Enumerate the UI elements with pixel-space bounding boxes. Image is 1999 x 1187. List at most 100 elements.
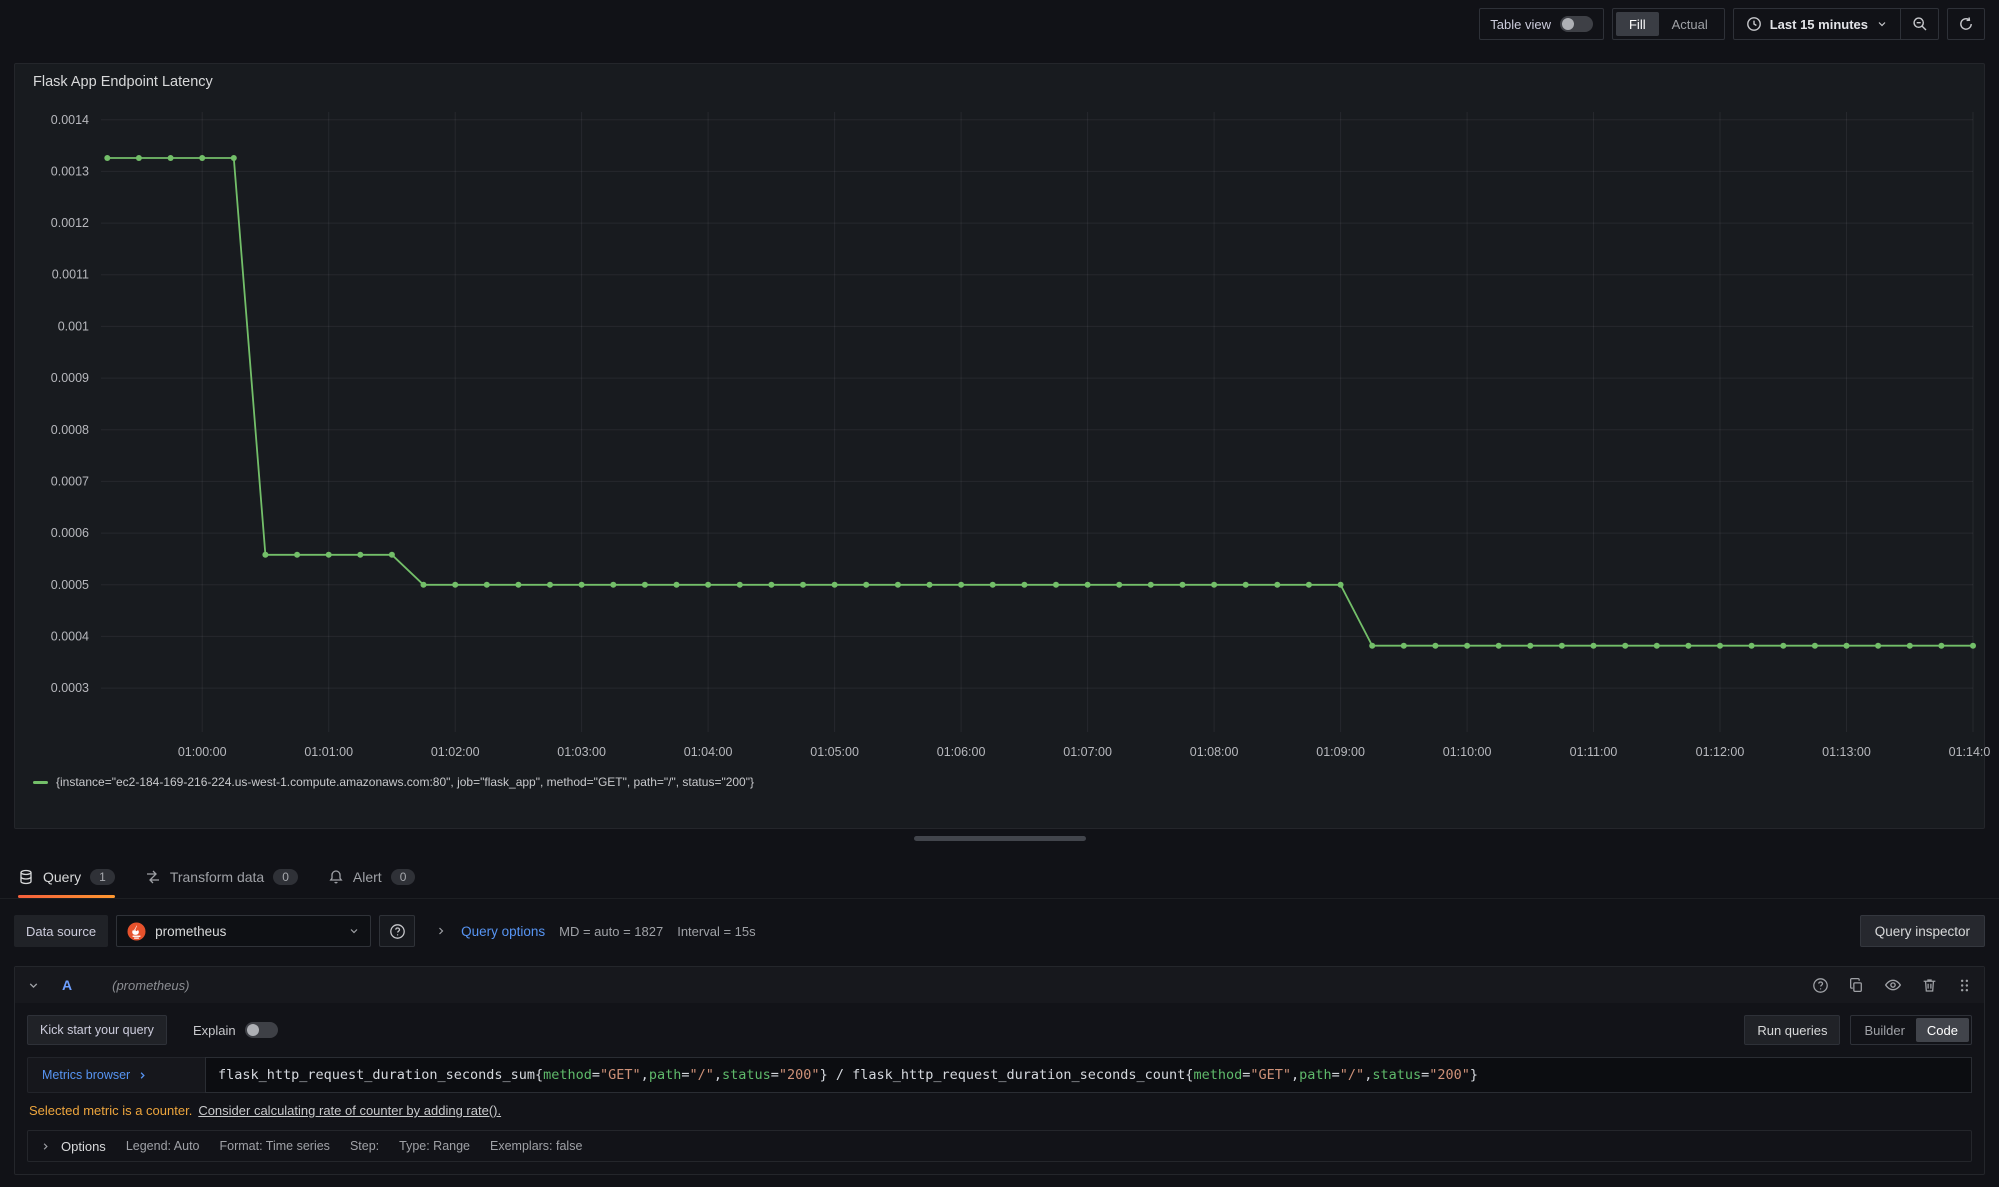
explain-toggle[interactable] xyxy=(245,1022,278,1038)
promql-token: = xyxy=(592,1067,600,1083)
transform-icon xyxy=(145,869,161,885)
promql-token: } / flask_http_request_duration_seconds_… xyxy=(820,1067,1194,1083)
chevron-right-icon[interactable] xyxy=(435,925,447,937)
svg-text:0.0005: 0.0005 xyxy=(51,578,89,592)
query-row-header[interactable]: A (prometheus) xyxy=(15,967,1984,1003)
query-inspector-button[interactable]: Query inspector xyxy=(1860,915,1985,947)
promql-token: "200" xyxy=(1429,1067,1470,1083)
explain-label: Explain xyxy=(193,1023,236,1038)
bell-icon xyxy=(328,869,344,885)
chevron-right-icon xyxy=(137,1070,148,1081)
refresh-button[interactable] xyxy=(1947,8,1985,40)
duplicate-query-icon[interactable] xyxy=(1848,977,1865,994)
svg-text:01:12:00: 01:12:00 xyxy=(1696,745,1745,759)
svg-text:01:01:00: 01:01:00 xyxy=(304,745,353,759)
options-toggle[interactable]: Options xyxy=(40,1139,106,1154)
collapse-chevron-icon[interactable] xyxy=(27,979,40,992)
promql-token: method xyxy=(543,1067,592,1083)
table-view-label: Table view xyxy=(1490,17,1551,32)
promql-query-input[interactable]: flask_http_request_duration_seconds_sum{… xyxy=(205,1057,1972,1093)
explain-group: Explain xyxy=(193,1022,278,1038)
query-help-icon[interactable] xyxy=(1812,977,1829,994)
promql-token: } xyxy=(1470,1067,1478,1083)
svg-text:01:08:00: 01:08:00 xyxy=(1190,745,1239,759)
legend-swatch xyxy=(33,781,48,784)
add-rate-link[interactable]: Consider calculating rate of counter by … xyxy=(198,1103,501,1118)
tab-query-label: Query xyxy=(43,869,81,885)
legend-series-label[interactable]: {instance="ec2-184-169-216-224.us-west-1… xyxy=(56,775,754,789)
query-options-bar: Options Legend: Auto Format: Time series… xyxy=(27,1130,1972,1162)
delete-query-trash-icon[interactable] xyxy=(1921,977,1938,994)
time-range-label: Last 15 minutes xyxy=(1770,17,1868,32)
panel-editor-toolbar: Table view Fill Actual Last 15 minutes xyxy=(0,0,1999,48)
svg-text:01:03:00: 01:03:00 xyxy=(557,745,606,759)
x-axis: 01:00:0001:01:0001:02:0001:03:0001:04:00… xyxy=(178,112,1990,759)
drag-handle-icon[interactable] xyxy=(1957,978,1972,993)
run-queries-button[interactable]: Run queries xyxy=(1744,1015,1840,1045)
svg-text:01:10:00: 01:10:00 xyxy=(1443,745,1492,759)
datasource-label: Data source xyxy=(14,915,108,947)
zoom-out-time-button[interactable] xyxy=(1900,9,1938,39)
clock-icon xyxy=(1746,16,1762,32)
table-view-toggle[interactable] xyxy=(1560,16,1593,32)
fill-button[interactable]: Fill xyxy=(1616,12,1659,36)
option-legend: Legend: Auto xyxy=(126,1139,200,1153)
promql-token: flask_http_request_duration_seconds_sum{ xyxy=(218,1067,543,1083)
promql-token: , xyxy=(1364,1067,1372,1083)
svg-text:0.0012: 0.0012 xyxy=(51,216,89,230)
svg-text:0.0014: 0.0014 xyxy=(51,113,89,127)
y-axis: 0.00140.00130.00120.00110.0010.00090.000… xyxy=(51,113,1973,695)
svg-text:0.0011: 0.0011 xyxy=(52,268,89,282)
panel-title: Flask App Endpoint Latency xyxy=(15,64,1984,92)
option-type: Type: Range xyxy=(399,1139,470,1153)
option-exemplars: Exemplars: false xyxy=(490,1139,582,1153)
promql-editor-row: Metrics browser flask_http_request_durat… xyxy=(27,1057,1972,1093)
promql-token: , xyxy=(1291,1067,1299,1083)
svg-text:0.0003: 0.0003 xyxy=(51,681,89,695)
kick-start-query-button[interactable]: Kick start your query xyxy=(27,1015,167,1045)
tab-query[interactable]: Query 1 xyxy=(18,855,115,898)
latency-chart-svg[interactable]: 0.00140.00130.00120.00110.0010.00090.000… xyxy=(23,92,1990,772)
svg-text:0.0013: 0.0013 xyxy=(51,164,89,178)
svg-text:01:13:00: 01:13:00 xyxy=(1822,745,1871,759)
promql-token: "200" xyxy=(779,1067,820,1083)
tab-alert[interactable]: Alert 0 xyxy=(328,855,415,898)
promql-token: method xyxy=(1193,1067,1242,1083)
datasource-picker[interactable]: prometheus xyxy=(116,915,371,947)
promql-token: = xyxy=(771,1067,779,1083)
query-options-toggle[interactable]: Query options xyxy=(461,924,545,939)
tab-alert-label: Alert xyxy=(353,869,382,885)
time-range-picker[interactable]: Last 15 minutes xyxy=(1734,9,1900,39)
svg-text:01:11:00: 01:11:00 xyxy=(1570,745,1618,759)
query-ref-id[interactable]: A xyxy=(62,977,72,993)
builder-mode-button[interactable]: Builder xyxy=(1853,1018,1915,1042)
promql-token: "/" xyxy=(689,1067,713,1083)
tab-transform-data[interactable]: Transform data 0 xyxy=(145,855,298,898)
promql-token: status xyxy=(722,1067,771,1083)
tab-transform-count: 0 xyxy=(273,869,298,885)
counter-warning: Selected metric is a counter. Consider ca… xyxy=(29,1103,1970,1118)
svg-text:01:14:00: 01:14:00 xyxy=(1949,745,1990,759)
chevron-down-icon xyxy=(1876,18,1888,30)
metrics-browser-toggle[interactable]: Metrics browser xyxy=(27,1057,205,1093)
chevron-down-icon xyxy=(348,925,360,937)
svg-text:01:07:00: 01:07:00 xyxy=(1063,745,1112,759)
promql-token: "GET" xyxy=(1250,1067,1291,1083)
datasource-row: Data source prometheus Query options MD … xyxy=(14,910,1985,952)
query-options-section: Query options MD = auto = 1827 Interval … xyxy=(435,924,756,939)
warning-text: Selected metric is a counter. xyxy=(29,1103,192,1118)
svg-text:0.0004: 0.0004 xyxy=(51,629,89,643)
chevron-right-icon xyxy=(40,1141,51,1152)
hide-query-eye-icon[interactable] xyxy=(1884,976,1902,994)
latency-chart[interactable]: 0.00140.00130.00120.00110.0010.00090.000… xyxy=(23,92,1984,772)
magnifier-minus-icon xyxy=(1912,16,1928,32)
toggle-knob xyxy=(247,1024,259,1036)
code-mode-button[interactable]: Code xyxy=(1916,1018,1969,1042)
promql-token: , xyxy=(641,1067,649,1083)
latency-line-series xyxy=(107,158,1973,646)
actual-button[interactable]: Actual xyxy=(1659,12,1721,36)
chart-legend: {instance="ec2-184-169-216-224.us-west-1… xyxy=(15,772,1984,792)
svg-text:01:05:00: 01:05:00 xyxy=(810,745,859,759)
pane-resize-handle[interactable] xyxy=(914,836,1086,841)
datasource-help-button[interactable] xyxy=(379,915,415,947)
